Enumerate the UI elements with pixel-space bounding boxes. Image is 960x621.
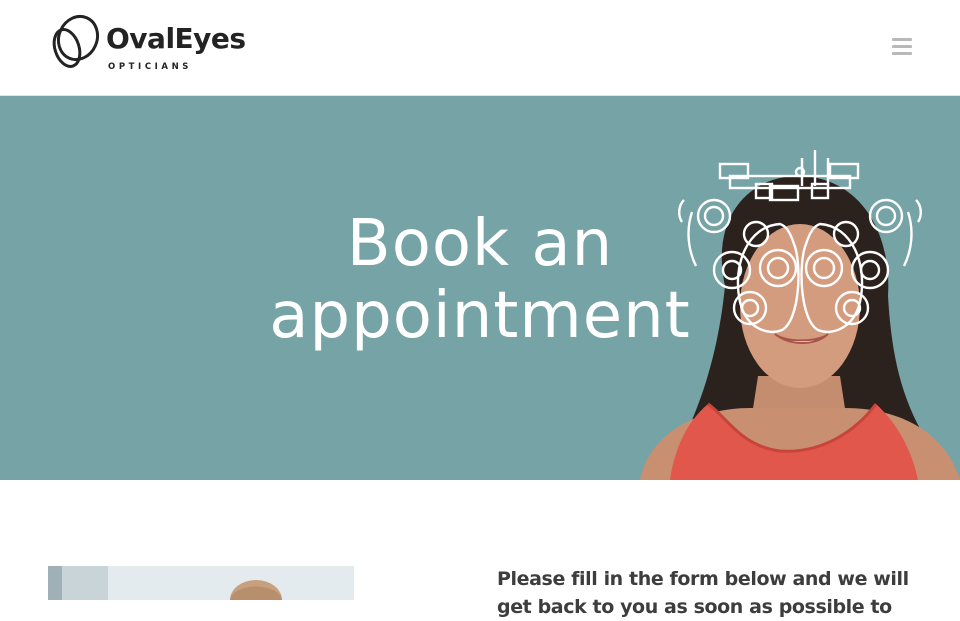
page-title: Book an appointment [240, 208, 720, 352]
site-header: OvalEyes OPTICIANS [0, 0, 960, 96]
logo[interactable]: OvalEyes OPTICIANS [50, 14, 250, 76]
hamburger-menu-button[interactable] [890, 36, 914, 58]
page-title-line-1: Book an [346, 207, 614, 281]
logo-name: OvalEyes [106, 22, 246, 55]
form-intro-text: Please fill in the form below and we wil… [497, 568, 909, 618]
logo-mark-icon [52, 14, 100, 68]
optician-photo [48, 566, 354, 600]
hamburger-menu-icon [892, 38, 912, 41]
hero-banner: Book an appointment [0, 96, 960, 480]
page-title-line-2: appointment [269, 279, 691, 353]
logo-tagline: OPTICIANS [108, 62, 193, 72]
optician-photo-image [48, 566, 354, 600]
